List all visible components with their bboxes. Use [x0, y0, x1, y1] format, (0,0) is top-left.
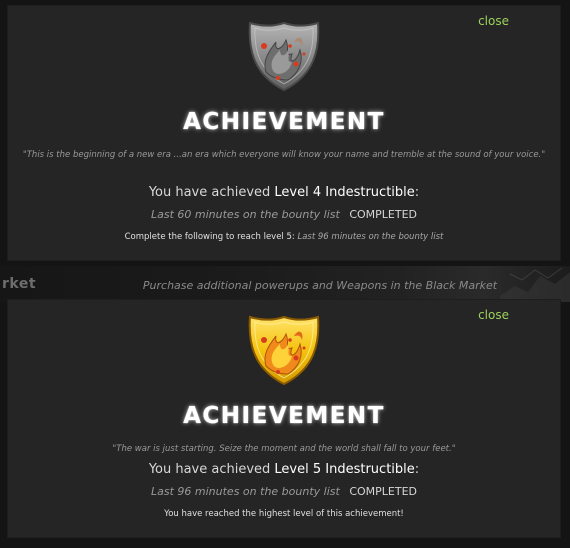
achieved-prefix: You have achieved — [148, 185, 275, 200]
achievement-quote: "The war is just starting. Seize the mom… — [112, 444, 456, 454]
achievement-modal-level-4: close ACHIEVEMENT "This is the beginning… — [8, 6, 560, 260]
gold-shield-icon — [248, 315, 320, 386]
achievement-quote: "This is the beginning of a new era ...a… — [22, 150, 546, 160]
achievement-title: ACHIEVEMENT — [183, 109, 385, 135]
achieved-prefix: You have achieved — [148, 462, 275, 477]
achieved-line: You have achieved Level 5 Indestructible… — [8, 462, 560, 477]
close-link[interactable]: close — [478, 308, 509, 322]
silver-shield-icon — [248, 21, 320, 92]
next-level-prefix: Complete the following to reach level 5: — [124, 232, 298, 242]
achieved-suffix: : — [414, 185, 420, 200]
close-link[interactable]: close — [478, 14, 509, 28]
next-level-task: Last 96 minutes on the bounty list — [297, 232, 444, 242]
achieved-line: You have achieved Level 4 Indestructible… — [8, 185, 560, 200]
achieved-level: Level 5 Indestructible — [274, 462, 415, 477]
completed-task: Last 96 minutes on the bounty list — [151, 485, 340, 498]
achieved-level: Level 4 Indestructible — [274, 185, 415, 200]
achieved-suffix: : — [414, 462, 420, 477]
completed-task: Last 60 minutes on the bounty list — [151, 208, 340, 221]
completed-line: Last 60 minutes on the bounty list COMPL… — [8, 208, 560, 221]
background-promo-text: Purchase additional powerups and Weapons… — [142, 279, 498, 292]
completed-status: COMPLETED — [349, 485, 417, 498]
next-level-requirement: Complete the following to reach level 5:… — [8, 232, 560, 242]
completed-status: COMPLETED — [349, 208, 417, 221]
completed-line: Last 96 minutes on the bounty list COMPL… — [8, 485, 560, 498]
achievement-stage: rket Purchase additional powerups and We… — [0, 0, 570, 548]
final-level-message: You have reached the highest level of th… — [164, 509, 404, 519]
background-decoration — [500, 267, 570, 302]
achievement-title: ACHIEVEMENT — [183, 403, 385, 429]
achievement-modal-level-5: close ACHIEVEMENT "The war is just start… — [8, 300, 560, 537]
